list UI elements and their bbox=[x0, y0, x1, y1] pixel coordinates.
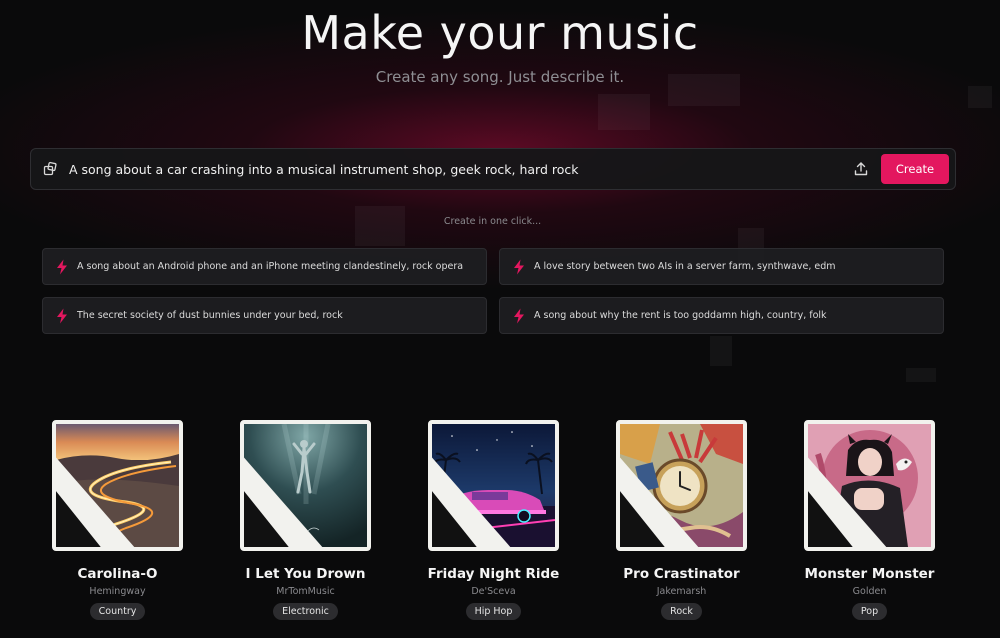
suggestion-text: A song about an Android phone and an iPh… bbox=[77, 261, 464, 272]
song-artist[interactable]: Hemingway bbox=[52, 586, 183, 597]
corner-logo-icon bbox=[432, 457, 511, 547]
song-card: Friday Night Ride De'Sceva Hip Hop bbox=[428, 420, 559, 620]
upload-icon bbox=[854, 162, 868, 176]
one-click-label: Create in one click... bbox=[443, 216, 542, 227]
suggestion-text: A love story between two AIs in a server… bbox=[534, 261, 836, 272]
song-cover[interactable] bbox=[428, 420, 559, 551]
song-card: Monster Monster Golden Pop bbox=[804, 420, 935, 620]
suggestion-text: A song about why the rent is too goddamn… bbox=[534, 310, 827, 321]
lightning-icon bbox=[57, 259, 67, 274]
corner-logo-icon bbox=[56, 457, 135, 547]
background-block bbox=[906, 368, 936, 382]
dice-icon[interactable] bbox=[31, 148, 69, 190]
song-title[interactable]: Monster Monster bbox=[774, 566, 965, 582]
genre-tag[interactable]: Hip Hop bbox=[465, 603, 522, 620]
song-card: Carolina-O Hemingway Country bbox=[52, 420, 183, 620]
song-cover[interactable] bbox=[804, 420, 935, 551]
song-cover[interactable] bbox=[52, 420, 183, 551]
background-block bbox=[968, 86, 992, 108]
corner-logo-icon bbox=[620, 457, 699, 547]
lightning-icon bbox=[514, 259, 524, 274]
song-title[interactable]: Pro Crastinator bbox=[586, 566, 777, 582]
suggestion-item[interactable]: A song about why the rent is too goddamn… bbox=[499, 297, 944, 334]
prompt-bar: Create bbox=[30, 148, 956, 190]
lightning-icon bbox=[514, 308, 524, 323]
lightning-icon bbox=[57, 308, 67, 323]
song-artist[interactable]: Jakemarsh bbox=[616, 586, 747, 597]
suggestion-item[interactable]: A song about an Android phone and an iPh… bbox=[42, 248, 487, 285]
song-card: Pro Crastinator Jakemarsh Rock bbox=[616, 420, 747, 620]
song-description-input[interactable] bbox=[69, 161, 841, 177]
genre-tag[interactable]: Rock bbox=[661, 603, 702, 620]
page-title: Make your music bbox=[301, 6, 699, 60]
suggestion-text: The secret society of dust bunnies under… bbox=[77, 310, 343, 321]
one-click-suggestions: A song about an Android phone and an iPh… bbox=[42, 248, 944, 334]
create-button[interactable]: Create bbox=[881, 154, 949, 184]
song-title[interactable]: Carolina-O bbox=[22, 566, 213, 582]
genre-tag[interactable]: Pop bbox=[851, 603, 888, 620]
background-block bbox=[598, 94, 650, 130]
upload-button[interactable] bbox=[841, 148, 881, 190]
song-artist[interactable]: Golden bbox=[804, 586, 935, 597]
page-subtitle: Create any song. Just describe it. bbox=[375, 68, 625, 86]
suggestion-item[interactable]: A love story between two AIs in a server… bbox=[499, 248, 944, 285]
song-artist[interactable]: De'Sceva bbox=[428, 586, 559, 597]
song-title[interactable]: I Let You Drown bbox=[210, 566, 401, 582]
corner-logo-icon bbox=[244, 457, 323, 547]
genre-tag[interactable]: Electronic bbox=[273, 603, 338, 620]
song-card: I Let You Drown MrTomMusic Electronic bbox=[240, 420, 371, 620]
song-title[interactable]: Friday Night Ride bbox=[398, 566, 589, 582]
background-block bbox=[710, 336, 732, 366]
song-artist[interactable]: MrTomMusic bbox=[240, 586, 371, 597]
suggestion-item[interactable]: The secret society of dust bunnies under… bbox=[42, 297, 487, 334]
song-cover[interactable] bbox=[616, 420, 747, 551]
corner-logo-icon bbox=[808, 457, 887, 547]
song-cover[interactable] bbox=[240, 420, 371, 551]
genre-tag[interactable]: Country bbox=[89, 603, 146, 620]
